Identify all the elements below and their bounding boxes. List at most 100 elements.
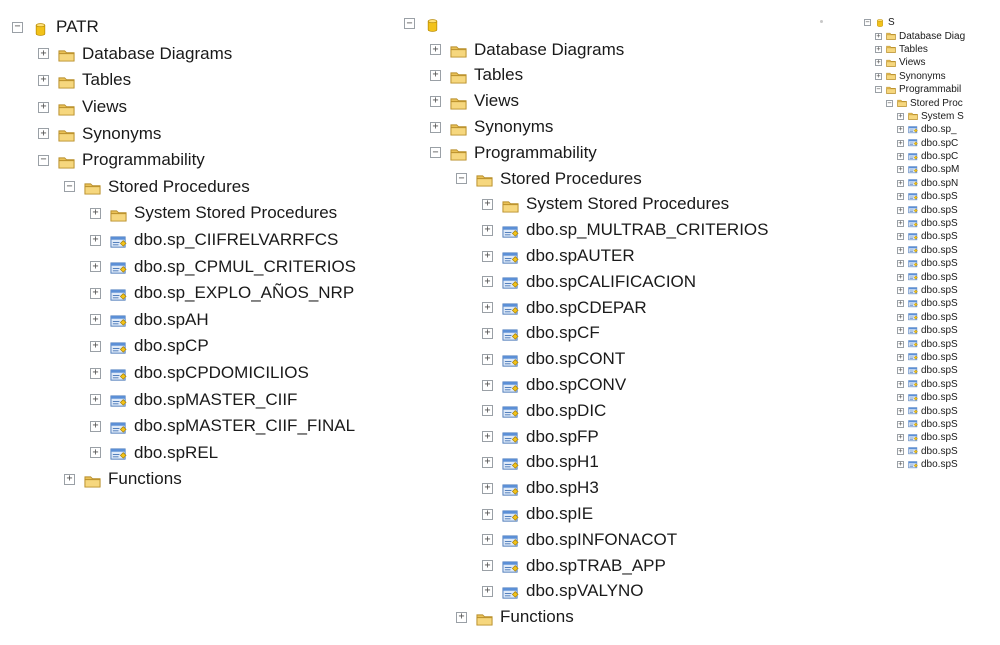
tree-node[interactable]: + dbo.spCONV: [482, 372, 768, 398]
tree-node[interactable]: + Functions: [456, 604, 768, 630]
expand-icon[interactable]: +: [430, 121, 441, 133]
tree-node[interactable]: + dbo.spS: [897, 217, 1000, 230]
expand-icon[interactable]: +: [430, 44, 441, 56]
expand-icon[interactable]: +: [897, 394, 904, 402]
collapse-icon[interactable]: −: [38, 154, 49, 166]
tree-node-label[interactable]: Stored Procedures: [108, 177, 250, 197]
tree-node[interactable]: + dbo.sp_CPMUL_CRITERIOS: [90, 253, 356, 280]
tree-node[interactable]: + dbo.spS: [897, 391, 1000, 404]
expand-icon[interactable]: +: [482, 353, 493, 365]
tree-node[interactable]: + System Stored Procedures: [482, 192, 768, 218]
tree-node[interactable]: + dbo.spCALIFICACION: [482, 269, 768, 295]
expand-icon[interactable]: +: [90, 287, 101, 299]
tree-node[interactable]: − Stored Procedures: [456, 166, 768, 192]
tree-node[interactable]: + dbo.spFP: [482, 424, 768, 450]
tree-node-label[interactable]: dbo.spS: [921, 432, 958, 443]
tree-node[interactable]: + dbo.spREL: [90, 440, 356, 467]
tree-node-label[interactable]: dbo.spH3: [526, 478, 599, 498]
tree-node[interactable]: −: [404, 11, 768, 37]
expand-icon[interactable]: +: [38, 128, 49, 140]
tree-node-label[interactable]: dbo.spS: [921, 365, 958, 376]
tree-node-label[interactable]: dbo.spCPDOMICILIOS: [134, 363, 309, 383]
tree-node[interactable]: − Stored Proc: [886, 96, 1000, 109]
expand-icon[interactable]: +: [897, 246, 904, 254]
expand-icon[interactable]: +: [456, 611, 467, 623]
tree-node-label[interactable]: Functions: [108, 469, 182, 489]
expand-icon[interactable]: +: [90, 447, 101, 459]
expand-icon[interactable]: +: [430, 95, 441, 107]
tree-node-label[interactable]: dbo.spN: [921, 178, 958, 189]
expand-icon[interactable]: +: [430, 69, 441, 81]
tree-node[interactable]: + dbo.spS: [897, 257, 1000, 270]
expand-icon[interactable]: +: [482, 224, 493, 236]
tree-node-label[interactable]: dbo.spS: [921, 285, 958, 296]
expand-icon[interactable]: +: [482, 405, 493, 417]
tree-node[interactable]: + Tables: [38, 67, 356, 94]
tree-node-label[interactable]: dbo.spCONV: [526, 375, 626, 395]
tree-node-label[interactable]: Stored Procedures: [500, 169, 642, 189]
tree-node-label[interactable]: dbo.spS: [921, 352, 958, 363]
tree-node[interactable]: + dbo.spS: [897, 230, 1000, 243]
tree-node-label[interactable]: dbo.spCDEPAR: [526, 298, 647, 318]
tree-node-label[interactable]: Programmability: [82, 150, 205, 170]
tree-node-label[interactable]: Tables: [82, 70, 131, 90]
tree-node[interactable]: + dbo.spS: [897, 351, 1000, 364]
expand-icon[interactable]: +: [897, 260, 904, 268]
tree-node[interactable]: + dbo.spCONT: [482, 346, 768, 372]
tree-node-label[interactable]: Synonyms: [474, 117, 553, 137]
expand-icon[interactable]: +: [482, 250, 493, 262]
tree-node[interactable]: + dbo.spIE: [482, 501, 768, 527]
tree-node-label[interactable]: dbo.spS: [921, 205, 958, 216]
tree-node-label[interactable]: Stored Proc: [910, 98, 963, 109]
expand-icon[interactable]: +: [482, 302, 493, 314]
tree-node[interactable]: + dbo.spS: [897, 311, 1000, 324]
tree-node-label[interactable]: Views: [82, 97, 127, 117]
tree-node[interactable]: + Synonyms: [875, 70, 1000, 83]
tree-node-label[interactable]: Views: [474, 91, 519, 111]
tree-node-label[interactable]: dbo.spC: [921, 151, 958, 162]
tree-node[interactable]: + Database Diagrams: [430, 37, 768, 63]
tree-node[interactable]: + dbo.spCP: [90, 333, 356, 360]
tree-node[interactable]: + dbo.spCF: [482, 321, 768, 347]
expand-icon[interactable]: +: [897, 407, 904, 415]
tree-node[interactable]: + dbo.spS: [897, 244, 1000, 257]
tree-node-label[interactable]: dbo.sp_CPMUL_CRITERIOS: [134, 257, 356, 277]
tree-node-label[interactable]: dbo.spS: [921, 379, 958, 390]
tree-node[interactable]: + dbo.spS: [897, 378, 1000, 391]
tree-node[interactable]: + dbo.sp_CIIFRELVARRFCS: [90, 227, 356, 254]
tree-node-label[interactable]: dbo.spCALIFICACION: [526, 272, 696, 292]
tree-node[interactable]: − Programmability: [430, 140, 768, 166]
tree-node-label[interactable]: Synonyms: [899, 71, 946, 82]
tree-node[interactable]: + Functions: [64, 466, 356, 493]
expand-icon[interactable]: +: [897, 447, 904, 455]
tree-node-label[interactable]: S: [888, 17, 895, 28]
tree-node-label[interactable]: dbo.spTRAB_APP: [526, 556, 666, 576]
tree-node[interactable]: + Tables: [875, 43, 1000, 56]
tree-node-label[interactable]: dbo.spS: [921, 231, 958, 242]
tree-node[interactable]: + dbo.sp_: [897, 123, 1000, 136]
expand-icon[interactable]: +: [64, 473, 75, 485]
tree-node[interactable]: + dbo.spH1: [482, 450, 768, 476]
tree-node[interactable]: + System Stored Procedures: [90, 200, 356, 227]
expand-icon[interactable]: +: [482, 482, 493, 494]
tree-node[interactable]: + Database Diag: [875, 29, 1000, 42]
tree-node[interactable]: + Database Diagrams: [38, 41, 356, 68]
tree-node-label[interactable]: Database Diag: [899, 31, 965, 42]
expand-icon[interactable]: +: [897, 287, 904, 294]
tree-node[interactable]: + dbo.sp_MULTRAB_CRITERIOS: [482, 217, 768, 243]
expand-icon[interactable]: +: [897, 313, 904, 321]
expand-icon[interactable]: +: [897, 166, 904, 174]
tree-node[interactable]: + dbo.spCPDOMICILIOS: [90, 360, 356, 387]
tree-node[interactable]: + dbo.spN: [897, 177, 1000, 190]
tree-node-label[interactable]: dbo.spMASTER_CIIF: [134, 390, 297, 410]
tree-node-label[interactable]: dbo.spS: [921, 218, 958, 229]
expand-icon[interactable]: +: [482, 508, 493, 520]
tree-node-label[interactable]: dbo.spS: [921, 312, 958, 323]
tree-node-label[interactable]: Programmabil: [899, 84, 961, 95]
tree-node-label[interactable]: System S: [921, 111, 964, 122]
tree-node-label[interactable]: dbo.spS: [921, 392, 958, 403]
expand-icon[interactable]: +: [90, 314, 101, 326]
expand-icon[interactable]: +: [875, 32, 882, 40]
expand-icon[interactable]: +: [897, 206, 904, 214]
tree-node[interactable]: + dbo.spTRAB_APP: [482, 553, 768, 579]
